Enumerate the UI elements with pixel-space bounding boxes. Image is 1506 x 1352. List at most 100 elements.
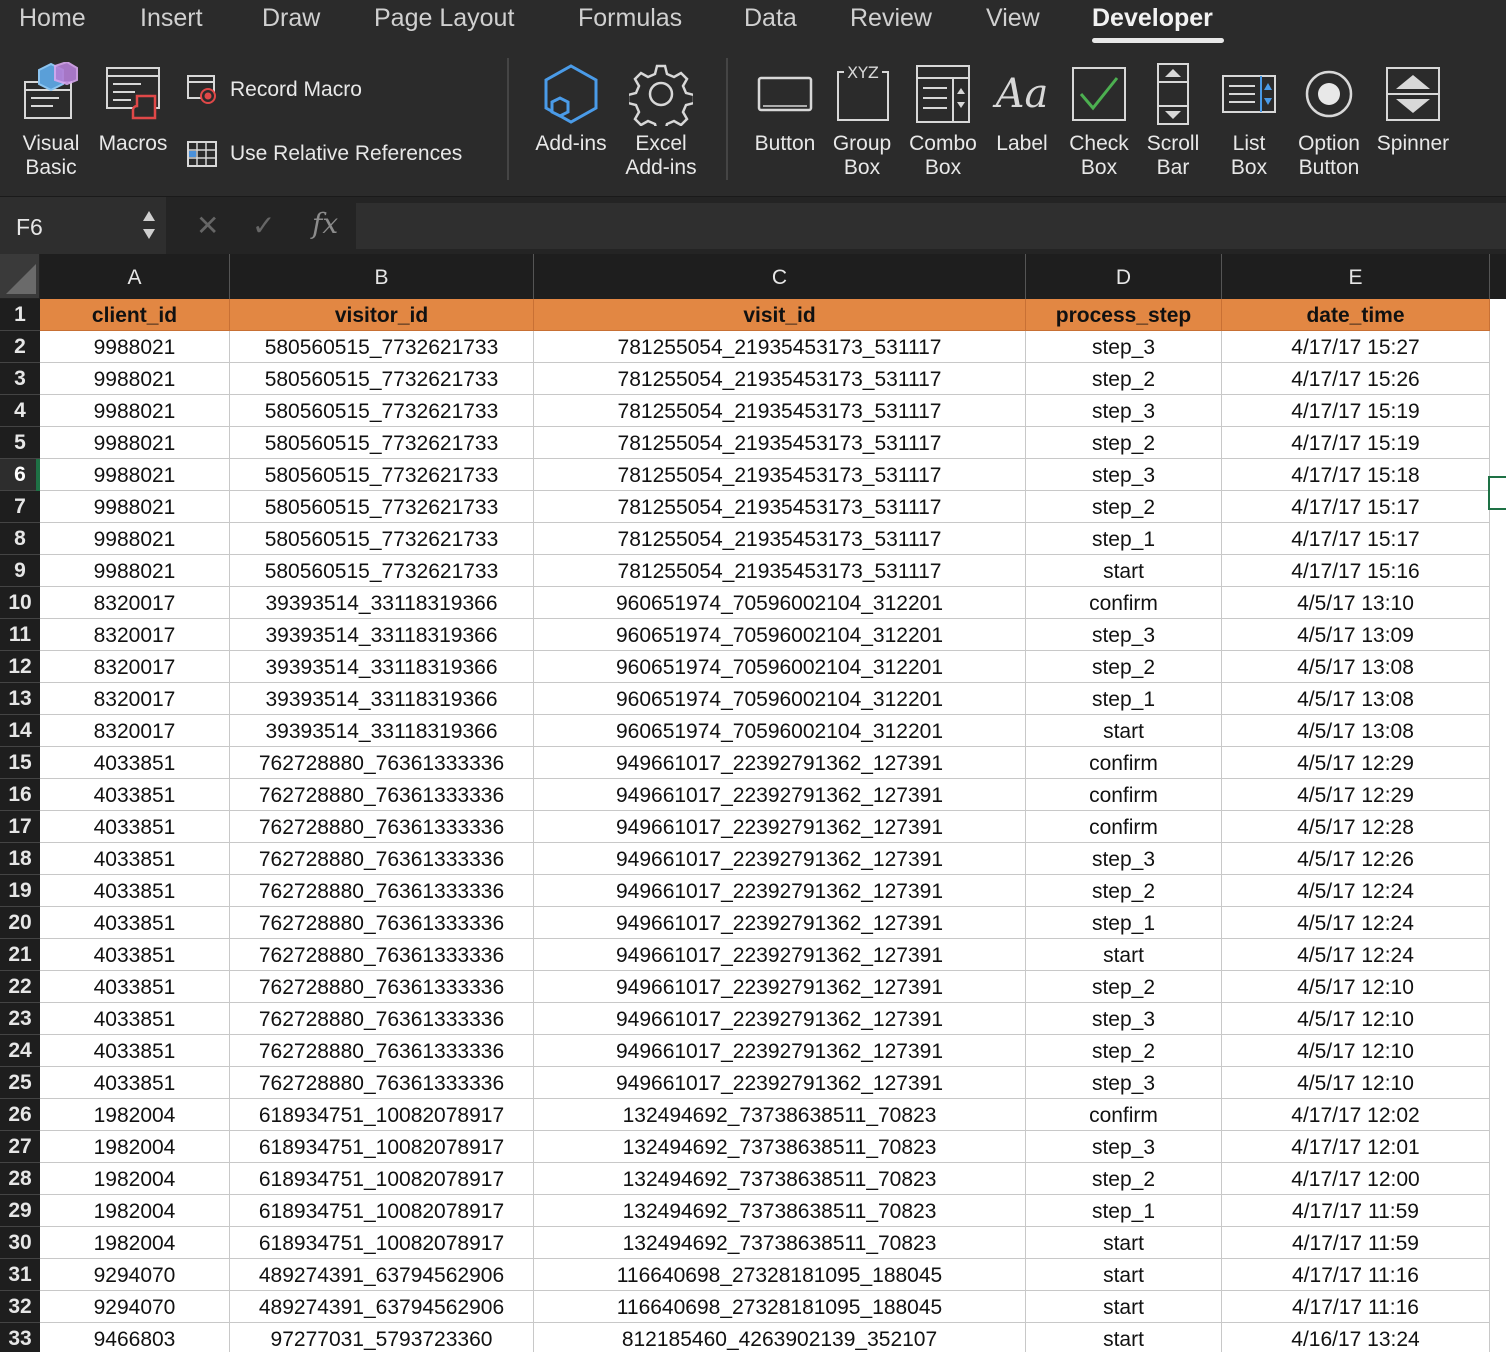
cell-d5[interactable]: step_2 bbox=[1026, 427, 1222, 459]
column-header-d[interactable]: D bbox=[1026, 254, 1222, 299]
cell-d19[interactable]: step_2 bbox=[1026, 875, 1222, 907]
row-header-13[interactable]: 13 bbox=[0, 683, 40, 715]
cell-b11[interactable]: 39393514_33118319366 bbox=[230, 619, 534, 651]
row-header-4[interactable]: 4 bbox=[0, 395, 40, 427]
cell-a25[interactable]: 4033851 bbox=[40, 1067, 230, 1099]
cell-b27[interactable]: 618934751_10082078917 bbox=[230, 1131, 534, 1163]
cell-a11[interactable]: 8320017 bbox=[40, 619, 230, 651]
cell-a15[interactable]: 4033851 bbox=[40, 747, 230, 779]
cell-b6[interactable]: 580560515_7732621733 bbox=[230, 459, 534, 491]
cell-b7[interactable]: 580560515_7732621733 bbox=[230, 491, 534, 523]
cell-d9[interactable]: start bbox=[1026, 555, 1222, 587]
cell-a30[interactable]: 1982004 bbox=[40, 1227, 230, 1259]
row-header-16[interactable]: 16 bbox=[0, 779, 40, 811]
column-header-c[interactable]: C bbox=[534, 254, 1026, 299]
cell-c17[interactable]: 949661017_22392791362_127391 bbox=[534, 811, 1026, 843]
cell-d21[interactable]: start bbox=[1026, 939, 1222, 971]
cell-c2[interactable]: 781255054_21935453173_531117 bbox=[534, 331, 1026, 363]
row-header-23[interactable]: 23 bbox=[0, 1003, 40, 1035]
cell-d31[interactable]: start bbox=[1026, 1259, 1222, 1291]
cell-e27[interactable]: 4/17/17 12:01 bbox=[1222, 1131, 1490, 1163]
cell-c1[interactable]: visit_id bbox=[534, 299, 1026, 331]
row-header-21[interactable]: 21 bbox=[0, 939, 40, 971]
cancel-icon[interactable]: ✕ bbox=[196, 209, 219, 242]
cell-e3[interactable]: 4/17/17 15:26 bbox=[1222, 363, 1490, 395]
cell-b30[interactable]: 618934751_10082078917 bbox=[230, 1227, 534, 1259]
cell-d25[interactable]: step_3 bbox=[1026, 1067, 1222, 1099]
tab-data[interactable]: Data bbox=[744, 4, 797, 33]
tab-home[interactable]: Home bbox=[19, 4, 86, 33]
combo-box-control[interactable]: Combo Box bbox=[904, 60, 982, 180]
cell-b31[interactable]: 489274391_63794562906 bbox=[230, 1259, 534, 1291]
cell-b13[interactable]: 39393514_33118319366 bbox=[230, 683, 534, 715]
cell-b8[interactable]: 580560515_7732621733 bbox=[230, 523, 534, 555]
cell-c24[interactable]: 949661017_22392791362_127391 bbox=[534, 1035, 1026, 1067]
cell-e25[interactable]: 4/5/17 12:10 bbox=[1222, 1067, 1490, 1099]
cell-d1[interactable]: process_step bbox=[1026, 299, 1222, 331]
cell-e18[interactable]: 4/5/17 12:26 bbox=[1222, 843, 1490, 875]
cell-a13[interactable]: 8320017 bbox=[40, 683, 230, 715]
spinner-control[interactable]: Spinner bbox=[1372, 60, 1454, 156]
row-header-10[interactable]: 10 bbox=[0, 587, 40, 619]
cell-c16[interactable]: 949661017_22392791362_127391 bbox=[534, 779, 1026, 811]
row-header-31[interactable]: 31 bbox=[0, 1259, 40, 1291]
cell-d27[interactable]: step_3 bbox=[1026, 1131, 1222, 1163]
cell-a29[interactable]: 1982004 bbox=[40, 1195, 230, 1227]
cell-c9[interactable]: 781255054_21935453173_531117 bbox=[534, 555, 1026, 587]
cell-d28[interactable]: step_2 bbox=[1026, 1163, 1222, 1195]
cell-b24[interactable]: 762728880_76361333336 bbox=[230, 1035, 534, 1067]
cell-a7[interactable]: 9988021 bbox=[40, 491, 230, 523]
cell-d24[interactable]: step_2 bbox=[1026, 1035, 1222, 1067]
row-header-5[interactable]: 5 bbox=[0, 427, 40, 459]
select-all-corner[interactable] bbox=[0, 254, 40, 299]
add-ins-button[interactable]: Add-ins bbox=[528, 60, 614, 156]
cell-d26[interactable]: confirm bbox=[1026, 1099, 1222, 1131]
cell-b22[interactable]: 762728880_76361333336 bbox=[230, 971, 534, 1003]
cell-c3[interactable]: 781255054_21935453173_531117 bbox=[534, 363, 1026, 395]
row-header-1[interactable]: 1 bbox=[0, 299, 40, 331]
cell-a3[interactable]: 9988021 bbox=[40, 363, 230, 395]
visual-basic-button[interactable]: Visual Basic bbox=[8, 60, 94, 180]
tab-review[interactable]: Review bbox=[850, 4, 932, 33]
cell-e15[interactable]: 4/5/17 12:29 bbox=[1222, 747, 1490, 779]
tab-developer[interactable]: Developer bbox=[1092, 4, 1213, 33]
row-header-30[interactable]: 30 bbox=[0, 1227, 40, 1259]
row-header-3[interactable]: 3 bbox=[0, 363, 40, 395]
cell-a27[interactable]: 1982004 bbox=[40, 1131, 230, 1163]
cell-a8[interactable]: 9988021 bbox=[40, 523, 230, 555]
cell-c23[interactable]: 949661017_22392791362_127391 bbox=[534, 1003, 1026, 1035]
cell-e10[interactable]: 4/5/17 13:10 bbox=[1222, 587, 1490, 619]
cell-d10[interactable]: confirm bbox=[1026, 587, 1222, 619]
cell-b17[interactable]: 762728880_76361333336 bbox=[230, 811, 534, 843]
tab-insert[interactable]: Insert bbox=[140, 4, 203, 33]
cell-b3[interactable]: 580560515_7732621733 bbox=[230, 363, 534, 395]
row-header-25[interactable]: 25 bbox=[0, 1067, 40, 1099]
cell-c12[interactable]: 960651974_70596002104_312201 bbox=[534, 651, 1026, 683]
cell-b20[interactable]: 762728880_76361333336 bbox=[230, 907, 534, 939]
cell-d2[interactable]: step_3 bbox=[1026, 331, 1222, 363]
column-header-b[interactable]: B bbox=[230, 254, 534, 299]
cell-e7[interactable]: 4/17/17 15:17 bbox=[1222, 491, 1490, 523]
row-header-20[interactable]: 20 bbox=[0, 907, 40, 939]
cell-e5[interactable]: 4/17/17 15:19 bbox=[1222, 427, 1490, 459]
cell-e11[interactable]: 4/5/17 13:09 bbox=[1222, 619, 1490, 651]
row-header-7[interactable]: 7 bbox=[0, 491, 40, 523]
cell-b1[interactable]: visitor_id bbox=[230, 299, 534, 331]
tab-draw[interactable]: Draw bbox=[262, 4, 320, 33]
cell-a12[interactable]: 8320017 bbox=[40, 651, 230, 683]
use-relative-references-button[interactable]: Use Relative References bbox=[186, 138, 462, 170]
cell-b32[interactable]: 489274391_63794562906 bbox=[230, 1291, 534, 1323]
cell-e24[interactable]: 4/5/17 12:10 bbox=[1222, 1035, 1490, 1067]
group-box-control[interactable]: XYZ Group Box bbox=[828, 60, 896, 180]
cell-a10[interactable]: 8320017 bbox=[40, 587, 230, 619]
cell-c30[interactable]: 132494692_73738638511_70823 bbox=[534, 1227, 1026, 1259]
cell-e2[interactable]: 4/17/17 15:27 bbox=[1222, 331, 1490, 363]
cell-d12[interactable]: step_2 bbox=[1026, 651, 1222, 683]
record-macro-button[interactable]: Record Macro bbox=[186, 74, 362, 106]
cell-a1[interactable]: client_id bbox=[40, 299, 230, 331]
form-button-control[interactable]: Button bbox=[748, 60, 822, 156]
cell-b5[interactable]: 580560515_7732621733 bbox=[230, 427, 534, 459]
cell-e16[interactable]: 4/5/17 12:29 bbox=[1222, 779, 1490, 811]
cell-d4[interactable]: step_3 bbox=[1026, 395, 1222, 427]
cell-e17[interactable]: 4/5/17 12:28 bbox=[1222, 811, 1490, 843]
